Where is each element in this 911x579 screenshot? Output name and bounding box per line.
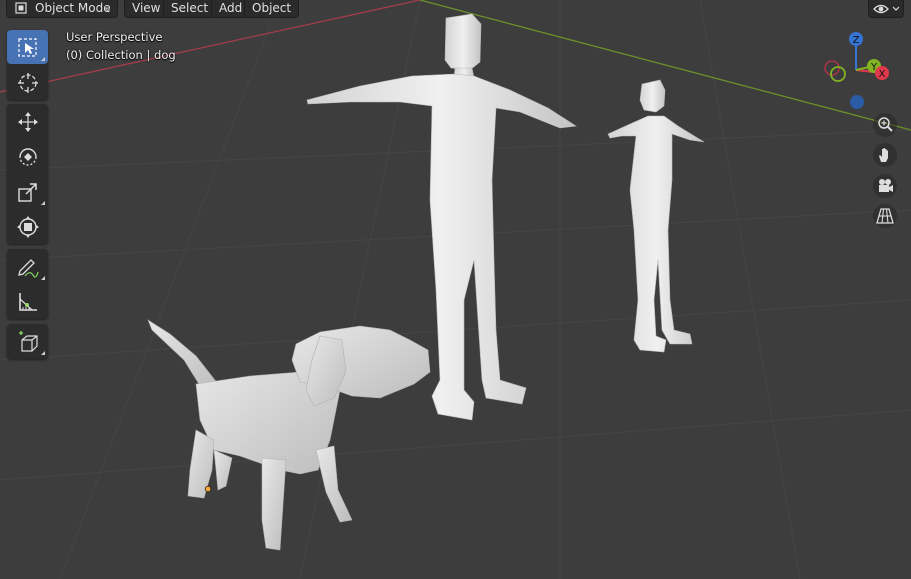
- rotate-tool[interactable]: [7, 139, 48, 173]
- object-mode-icon: [15, 2, 27, 14]
- move-arrows-icon: [18, 112, 38, 132]
- view-name-label: User Perspective: [66, 30, 163, 44]
- gizmo-neg-x[interactable]: [824, 60, 840, 76]
- zoom-button[interactable]: [873, 113, 897, 137]
- scale-icon: [18, 183, 37, 202]
- select-box-icon: [18, 38, 37, 57]
- grid-perspective-icon: [876, 208, 894, 224]
- chevron-down-icon: ⌄: [103, 3, 112, 14]
- hand-icon: [879, 148, 888, 162]
- crosshair-cursor-icon: [18, 73, 38, 93]
- rotate-icon: [19, 148, 37, 166]
- scale-tool[interactable]: [7, 174, 48, 208]
- menu-object[interactable]: Object: [244, 0, 300, 18]
- transform-tool[interactable]: [7, 209, 48, 243]
- toolbar-group-add: [7, 324, 48, 359]
- select-box-tool[interactable]: [7, 30, 48, 64]
- menu-select[interactable]: Select: [163, 0, 217, 18]
- gizmo-neg-y[interactable]: [830, 66, 846, 82]
- camera-view-button[interactable]: [873, 174, 897, 198]
- gizmo-z-label: Z: [853, 35, 860, 46]
- eye-icon: [873, 4, 900, 14]
- toolbar-group-annotate: [7, 249, 48, 319]
- ruler-icon: [19, 293, 37, 311]
- dog-mesh[interactable]: [147, 319, 431, 551]
- camera-icon: [879, 179, 893, 192]
- toolbar-group-select: [7, 30, 48, 100]
- gizmo-x-label: X: [879, 69, 886, 80]
- mode-dropdown[interactable]: Object Mode ⌄: [6, 0, 118, 18]
- mode-label: Object Mode: [35, 1, 111, 15]
- collection-info-label: (0) Collection | dog: [66, 48, 176, 62]
- navigation-gizmo[interactable]: Y Z X: [818, 28, 898, 116]
- add-cube-tool[interactable]: [7, 324, 48, 358]
- cursor-tool[interactable]: [7, 65, 48, 99]
- transform-icon: [17, 216, 39, 238]
- pencil-icon: [18, 259, 39, 278]
- toolbar-group-transform: [7, 104, 48, 244]
- woman-mesh[interactable]: [607, 79, 705, 353]
- visibility-dropdown[interactable]: [868, 0, 904, 18]
- annotate-tool[interactable]: [7, 249, 48, 283]
- perspective-toggle-button[interactable]: [873, 204, 897, 228]
- magnifier-zoom-icon: [878, 117, 893, 132]
- menu-view[interactable]: View: [124, 0, 169, 18]
- move-tool[interactable]: [7, 104, 48, 138]
- gizmo-neg-z[interactable]: [850, 95, 864, 109]
- add-cube-icon: [19, 331, 38, 352]
- measure-tool[interactable]: [7, 284, 48, 318]
- pan-button[interactable]: [873, 143, 897, 167]
- 3d-viewport[interactable]: [0, 0, 911, 579]
- object-origin: [204, 485, 212, 493]
